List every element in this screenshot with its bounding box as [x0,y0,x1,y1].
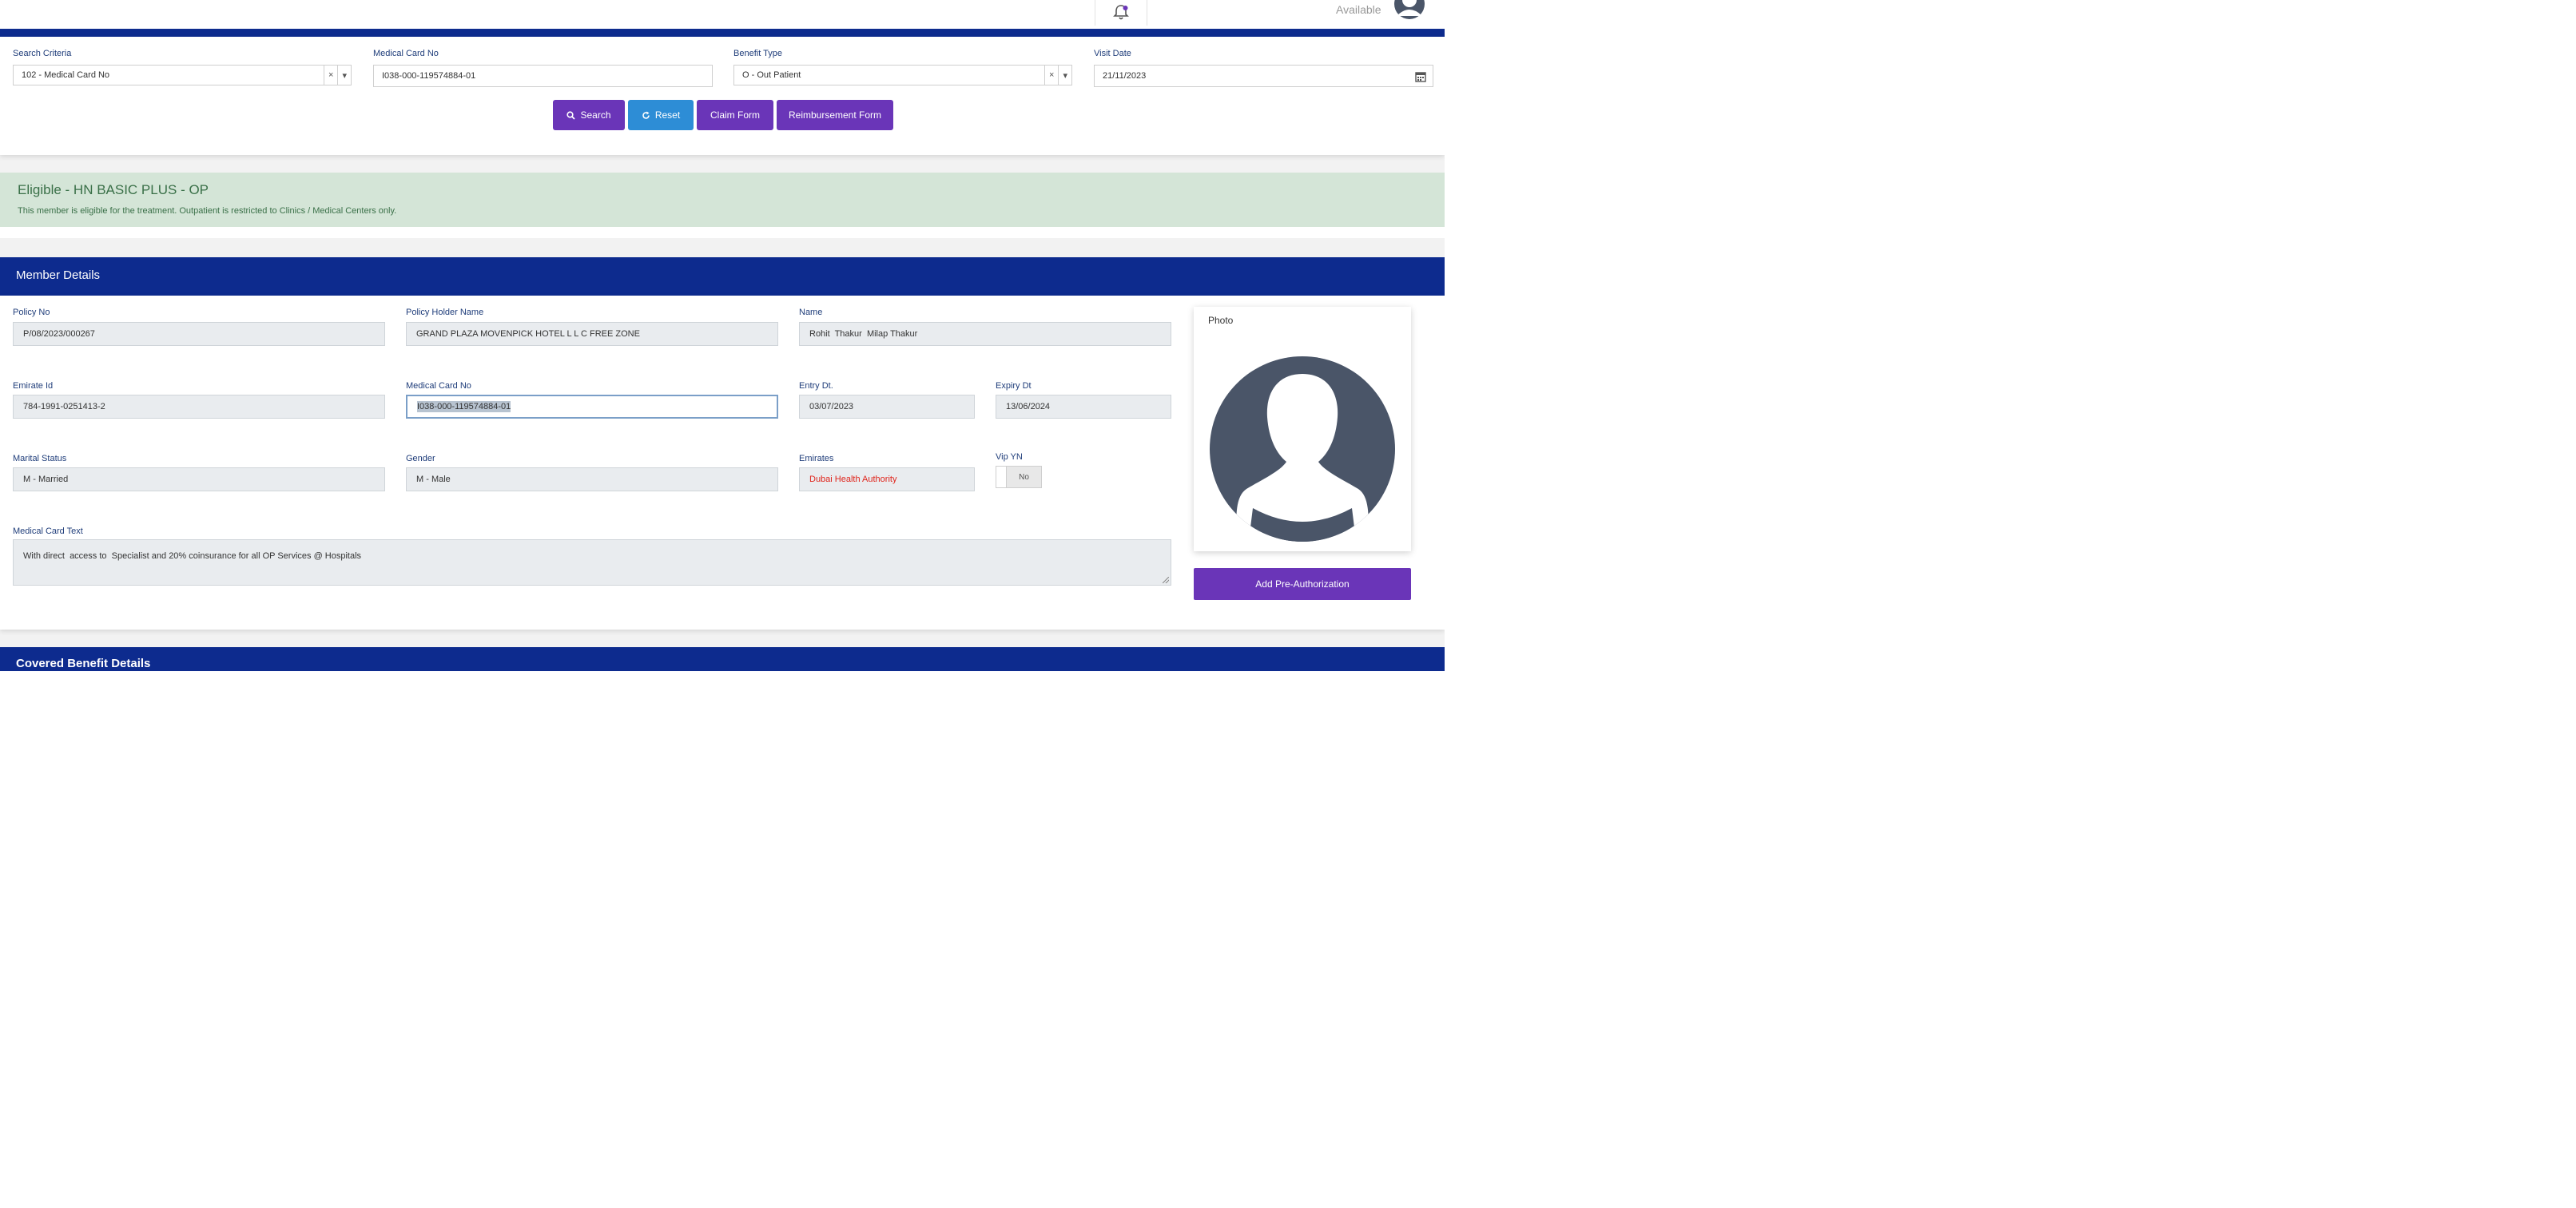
reset-button-label: Reset [654,109,681,121]
expiry-dt-value: 13/06/2024 [1006,402,1051,411]
select-controls: × ▾ [324,66,351,85]
visit-date-label: Visit Date [1094,49,1131,58]
main-content: Available Search Criteria 102 - Medical … [0,0,1445,671]
user-status: Available [1336,3,1381,16]
gender-label: Gender [406,454,435,463]
photo-label: Photo [1208,315,1234,326]
vip-label: Vip YN [996,452,1023,462]
gender-value: M - Male [416,475,451,484]
select-controls: × ▾ [1044,66,1071,85]
member-card-input[interactable]: I038-000-119574884-01 [406,395,778,419]
emirate-id-label: Emirate Id [13,381,54,391]
emirates-value: Dubai Health Authority [809,475,897,484]
visit-date-value: 21/11/2023 [1103,71,1147,81]
notification-button[interactable] [1095,0,1147,26]
claim-form-button[interactable]: Claim Form [697,100,773,130]
covered-benefit-header: Covered Benefit Details [0,647,1445,671]
search-criteria-label: Search Criteria [13,49,72,58]
refresh-icon [642,111,650,119]
entry-dt-label: Entry Dt. [799,381,833,391]
expiry-dt-field: 13/06/2024 [996,395,1171,419]
avatar-placeholder-icon [1210,356,1395,542]
marital-status-field: M - Married [13,467,385,491]
marital-status-label: Marital Status [13,454,67,463]
medical-card-search-value: I038-000-119574884-01 [382,71,476,81]
covered-benefit-title: Covered Benefit Details [16,657,151,670]
photo-card: Photo [1194,307,1411,551]
eligibility-title: Eligible - HN BASIC PLUS - OP [18,182,209,197]
gender-field: M - Male [406,467,778,491]
reset-button[interactable]: Reset [628,100,694,130]
search-criteria-select[interactable]: 102 - Medical Card No × ▾ [13,65,352,85]
search-icon [566,110,576,120]
policy-holder-value: GRAND PLAZA MOVENPICK HOTEL L L C FREE Z… [416,329,640,339]
search-button-label: Search [580,109,611,121]
vip-toggle-label: No [1019,472,1029,482]
add-pre-authorization-button[interactable]: Add Pre-Authorization [1194,568,1411,600]
card-text-area: With direct access to Specialist and 20%… [13,539,1171,586]
alert-footer [0,227,1445,238]
entry-dt-value: 03/07/2023 [809,402,854,411]
marital-status-value: M - Married [23,475,69,484]
add-pre-authorization-label: Add Pre-Authorization [1255,578,1350,590]
policy-no-value: P/08/2023/000267 [23,329,95,339]
header-accent-strip [0,29,1445,37]
vip-toggle[interactable]: No [996,466,1042,488]
name-label: Name [799,308,823,317]
emirate-id-value: 784-1991-0251413-2 [23,402,105,411]
resize-handle[interactable] [1163,577,1169,583]
policy-holder-label: Policy Holder Name [406,308,484,317]
eligibility-alert: Eligible - HN BASIC PLUS - OP This membe… [0,173,1445,228]
benefit-type-select[interactable]: O - Out Patient × ▾ [733,65,1072,85]
visit-date-input[interactable]: 21/11/2023 [1094,65,1433,87]
vip-toggle-knob [996,467,1007,487]
reimbursement-form-button[interactable]: Reimbursement Form [777,100,893,130]
medical-card-search-input[interactable]: I038-000-119574884-01 [373,65,713,87]
name-value: Rohit Thakur Milap Thakur [809,329,918,339]
policy-holder-field: GRAND PLAZA MOVENPICK HOTEL L L C FREE Z… [406,322,778,346]
search-panel [0,37,1445,155]
benefit-type-label: Benefit Type [733,49,782,58]
user-avatar-icon[interactable] [1392,0,1427,19]
emirates-label: Emirates [799,454,834,463]
name-field: Rohit Thakur Milap Thakur [799,322,1171,346]
chevron-down-icon[interactable]: ▾ [1059,70,1071,81]
expiry-dt-label: Expiry Dt [996,381,1032,391]
emirates-field: Dubai Health Authority [799,467,975,491]
search-criteria-value: 102 - Medical Card No [22,70,110,80]
member-card-value: I038-000-119574884-01 [417,401,511,412]
calendar-icon[interactable] [1415,71,1426,82]
policy-no-label: Policy No [13,308,50,317]
claim-form-label: Claim Form [710,109,760,121]
search-button[interactable]: Search [553,100,625,130]
policy-no-field: P/08/2023/000267 [13,322,385,346]
card-text-label: Medical Card Text [13,527,83,536]
bell-icon [1113,5,1129,20]
benefit-type-value: O - Out Patient [742,70,801,80]
member-details-title: Member Details [16,268,101,282]
eligibility-message: This member is eligible for the treatmen… [18,206,397,216]
member-card-label: Medical Card No [406,381,471,391]
card-text-value: With direct access to Specialist and 20%… [23,551,362,561]
medical-card-search-label: Medical Card No [373,49,439,58]
emirate-id-field: 784-1991-0251413-2 [13,395,385,419]
entry-dt-field: 03/07/2023 [799,395,975,419]
reimbursement-form-label: Reimbursement Form [788,109,882,121]
member-details-header: Member Details [0,257,1445,296]
top-bar: Available [0,0,1445,29]
clear-icon[interactable]: × [324,70,337,80]
chevron-down-icon[interactable]: ▾ [338,70,351,81]
clear-icon[interactable]: × [1045,70,1058,80]
